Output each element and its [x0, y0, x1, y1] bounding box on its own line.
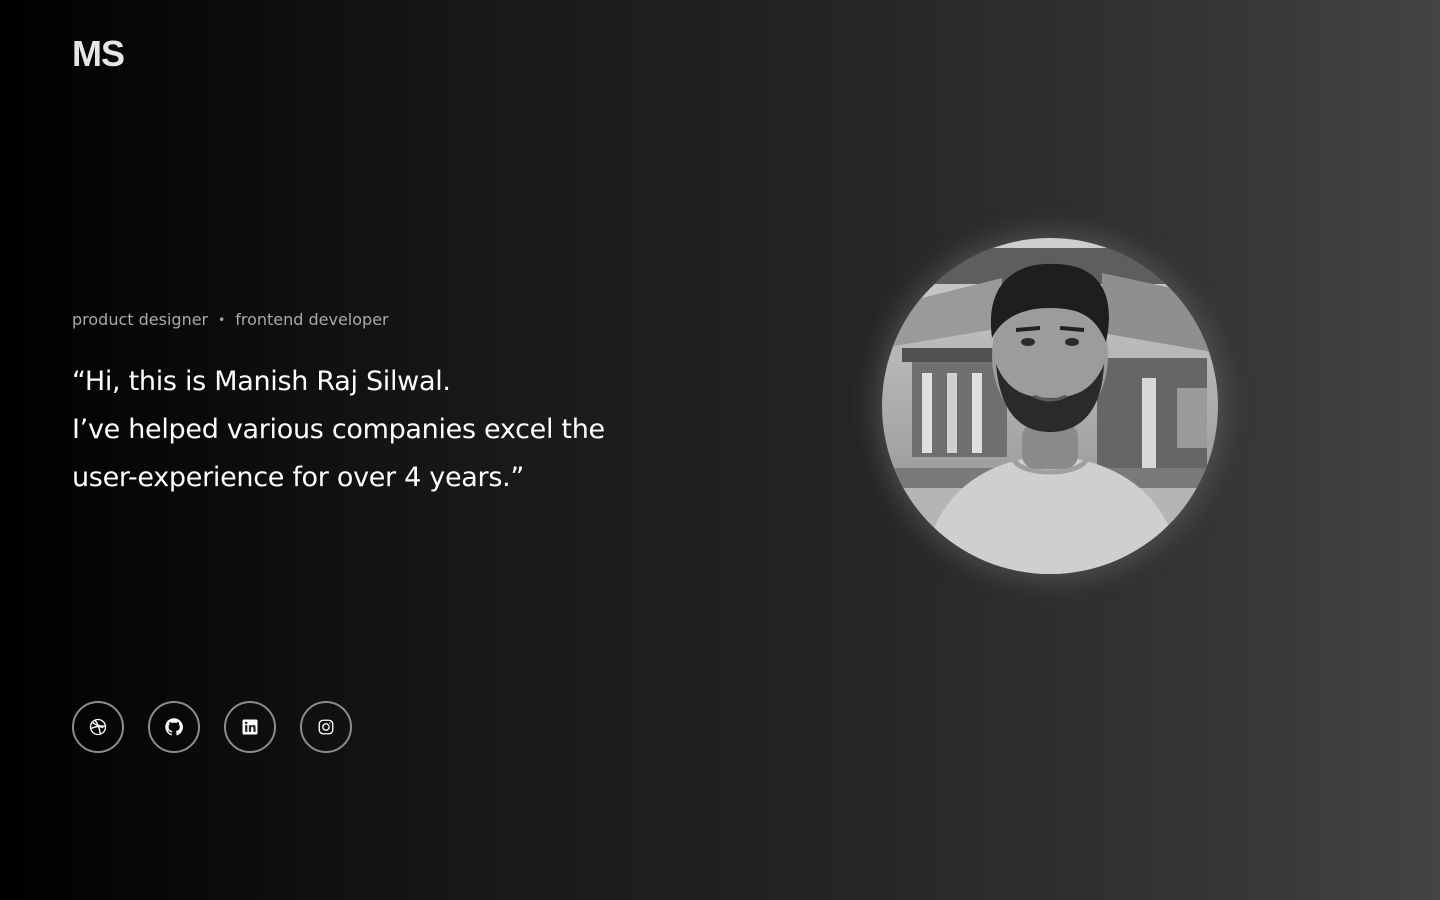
instagram-button[interactable] [300, 701, 352, 753]
role-separator: • [218, 313, 226, 327]
quote-line: I’ve helped various companies excel the [72, 414, 605, 445]
github-icon [165, 718, 183, 736]
github-button[interactable] [148, 701, 200, 753]
profile-photo-illustration [882, 238, 1218, 574]
quote-line: user-experience for over 4 years.” [72, 462, 525, 493]
linkedin-button[interactable] [224, 701, 276, 753]
logo[interactable]: MS [72, 36, 125, 72]
social-links [72, 701, 352, 753]
profile-photo [882, 238, 1218, 574]
linkedin-icon [242, 719, 258, 735]
instagram-icon [318, 719, 334, 735]
role-tagline: product designer • frontend developer [72, 309, 389, 331]
role-product-designer: product designer [72, 310, 209, 329]
dribbble-icon [89, 718, 107, 736]
intro-quote: “Hi, this is Manish Raj Silwal. I’ve hel… [72, 358, 712, 502]
role-frontend-developer: frontend developer [235, 310, 389, 329]
quote-line: “Hi, this is Manish Raj Silwal. [72, 366, 451, 397]
dribbble-button[interactable] [72, 701, 124, 753]
